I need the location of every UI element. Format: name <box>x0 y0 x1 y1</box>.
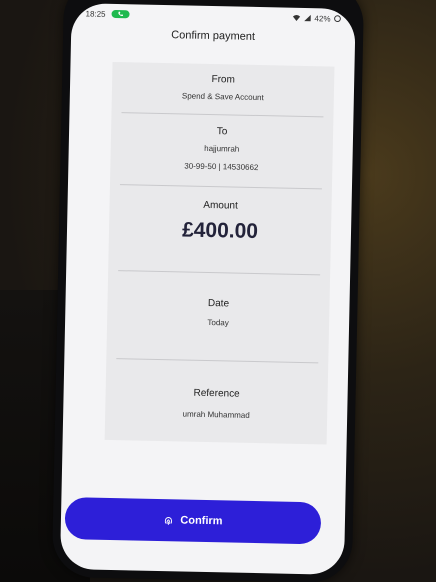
amount-value: £400.00 <box>181 218 259 244</box>
date-value: Today <box>207 317 229 328</box>
divider <box>116 358 319 364</box>
phone-screen: 18:25 42% Confirm payment From Spend & S… <box>59 3 356 575</box>
fingerprint-icon <box>165 516 173 525</box>
status-indicators: 42% <box>292 13 341 23</box>
payee-sort-code-account: 30-99-50 | 14530662 <box>184 161 259 173</box>
status-bar: 18:25 42% <box>71 3 355 29</box>
from-account: Spend & Save Account <box>181 91 264 103</box>
reference-label: Reference <box>193 387 240 400</box>
amount-label: Amount <box>203 199 238 212</box>
divider <box>118 270 321 276</box>
date-label: Date <box>207 298 230 310</box>
confirm-button[interactable]: Confirm <box>64 497 322 545</box>
payment-summary-card: From Spend & Save Account To hajjumrah 3… <box>104 61 335 445</box>
battery-icon <box>334 15 341 23</box>
status-time: 18:25 <box>85 8 106 19</box>
payee-name: hajjumrah <box>204 143 240 154</box>
to-label: To <box>216 126 228 138</box>
confirm-button-label: Confirm <box>180 514 223 528</box>
divider <box>119 184 322 190</box>
active-call-indicator[interactable] <box>111 9 130 19</box>
from-label: From <box>211 74 235 86</box>
wifi-icon <box>292 14 301 21</box>
phone-device: 18:25 42% Confirm payment From Spend & S… <box>51 0 365 582</box>
page-title: Confirm payment <box>171 29 256 43</box>
battery-percentage: 42% <box>314 13 331 24</box>
photo-scene: 18:25 42% Confirm payment From Spend & S… <box>0 0 436 582</box>
signal-icon <box>304 14 311 22</box>
phone-icon <box>118 11 123 17</box>
divider <box>121 112 324 118</box>
reference-value: umrah Muhammad <box>182 409 250 420</box>
